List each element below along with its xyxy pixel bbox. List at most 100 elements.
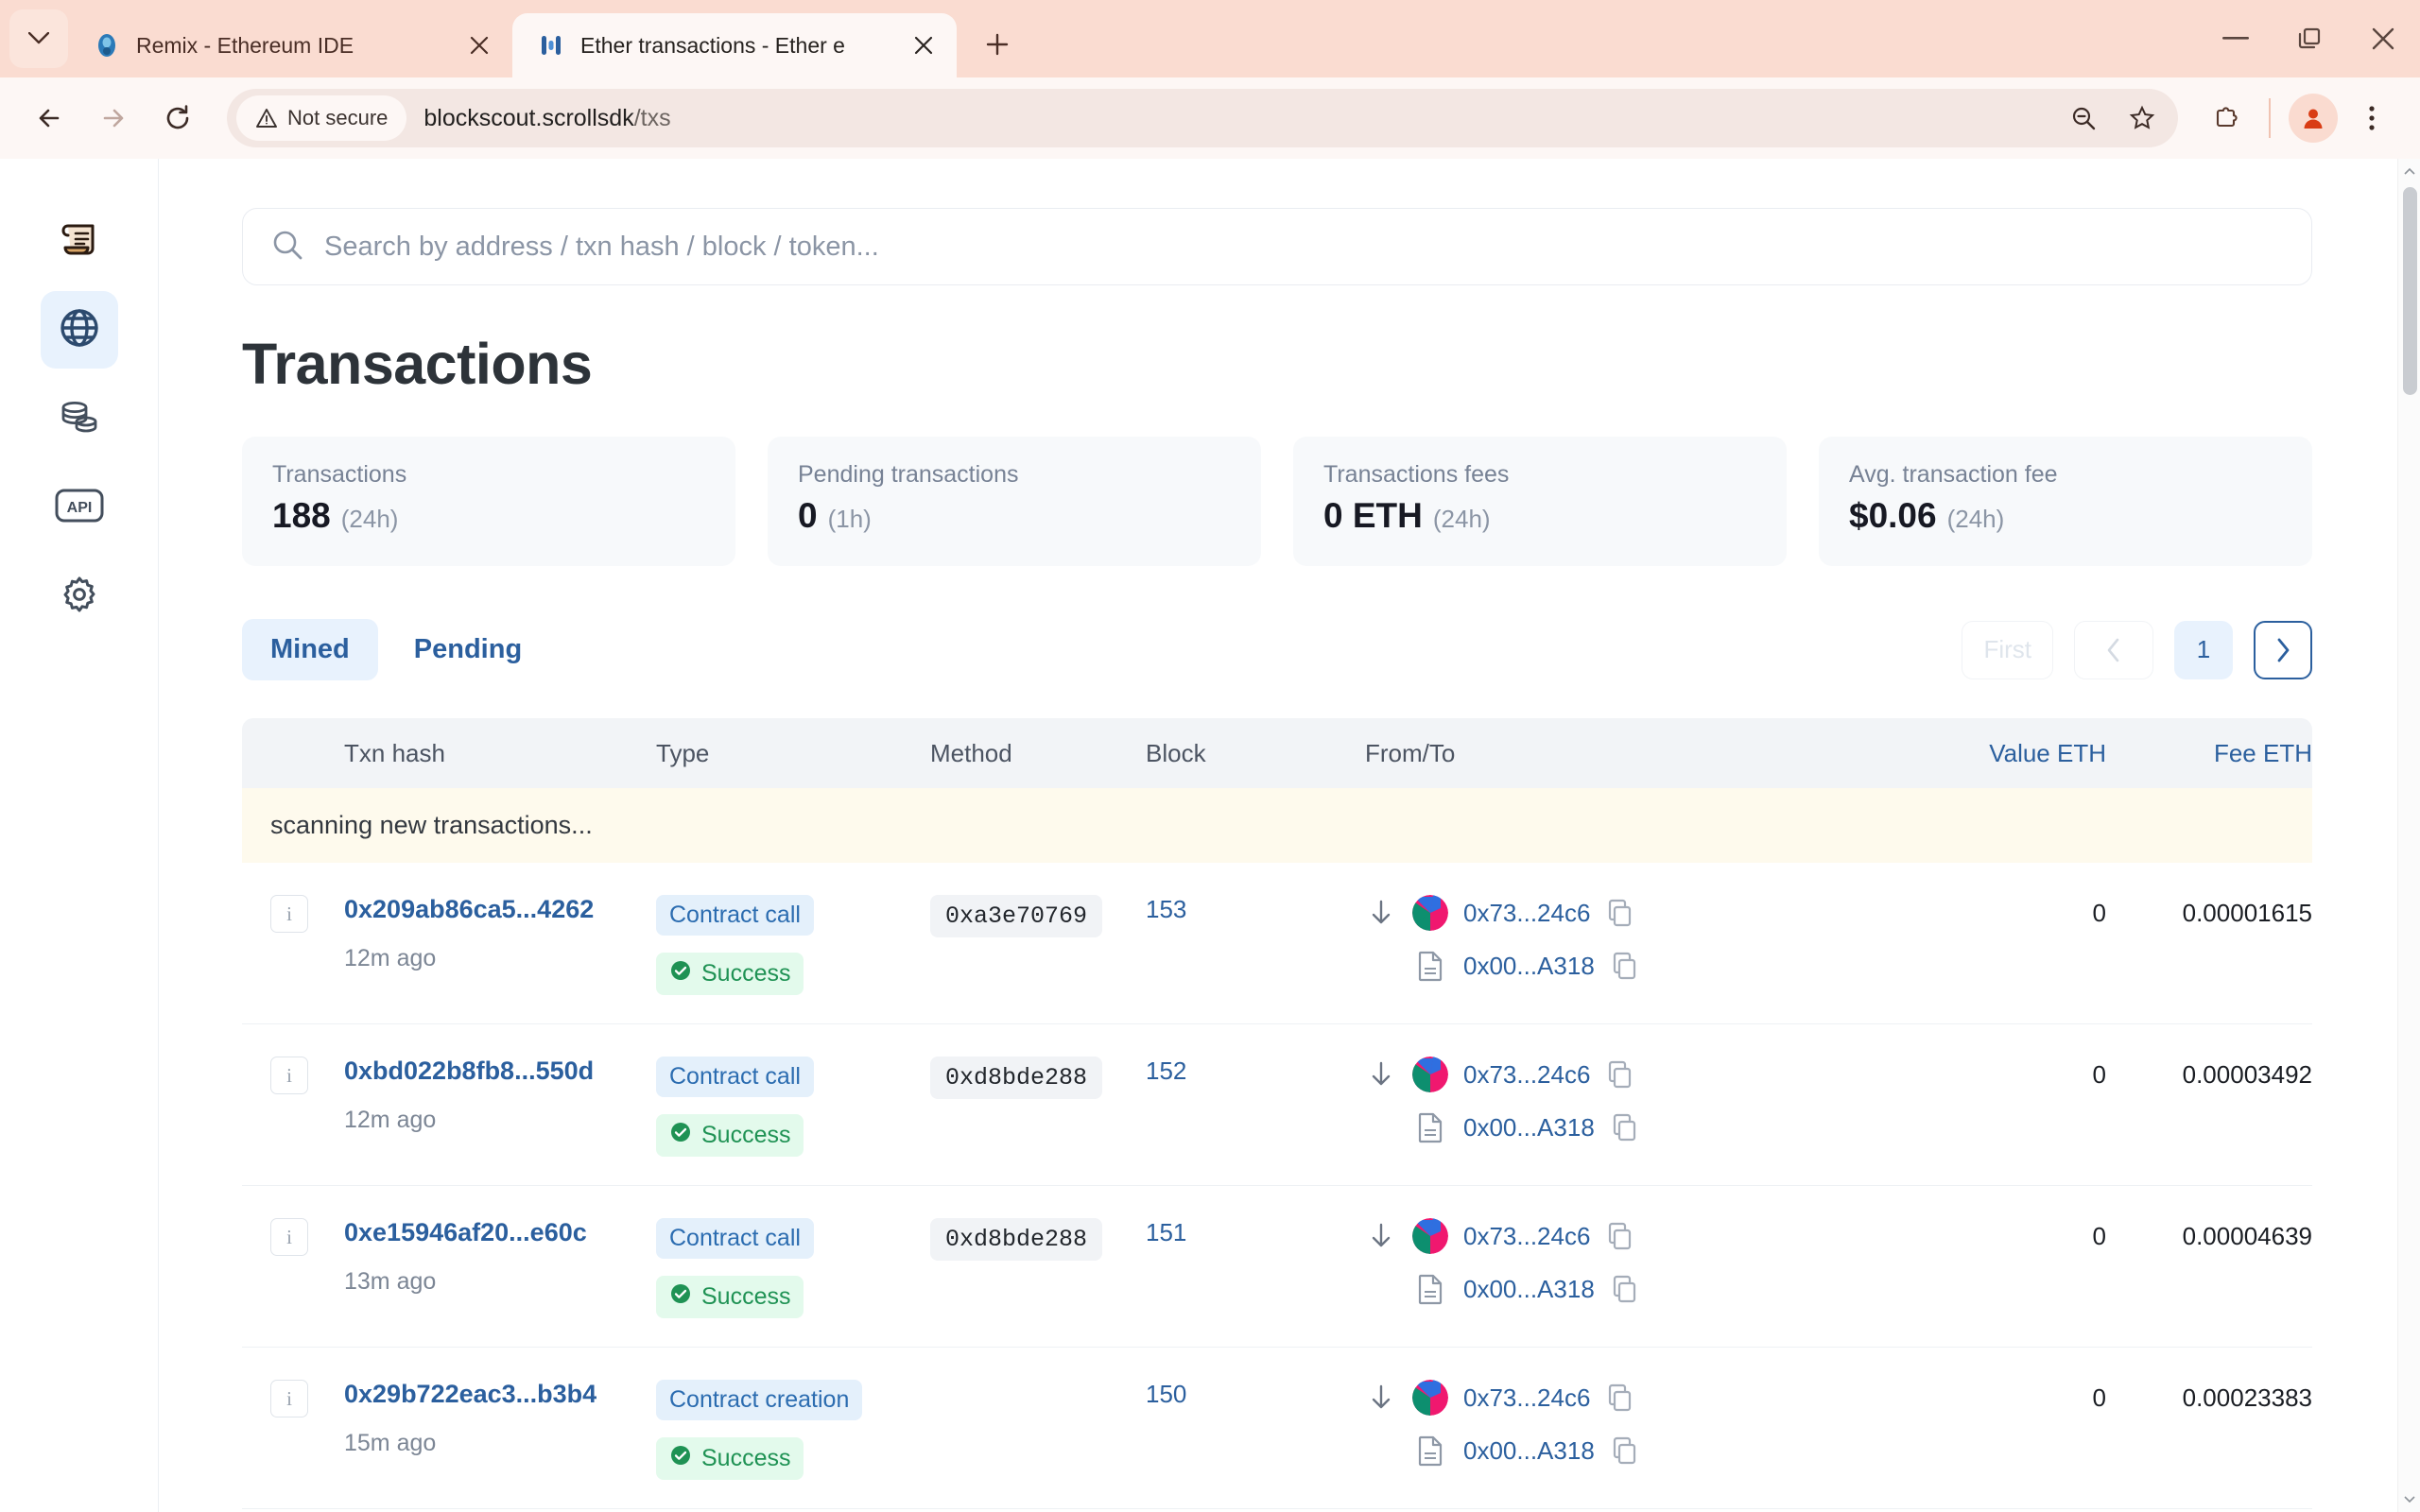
copy-icon[interactable] [1610, 1274, 1640, 1304]
info-icon[interactable]: i [270, 1057, 308, 1094]
page-title: Transactions [242, 332, 593, 396]
transaction-type-badge[interactable]: Contract creation [656, 1380, 863, 1420]
row-fee-cell: 0.00023383 [2182, 1383, 2312, 1412]
info-icon[interactable]: i [270, 1218, 308, 1256]
address-identicon [1412, 1380, 1448, 1416]
table-row[interactable]: i 0xbd022b8fb8...550d 12m ago Contract c… [242, 1024, 2312, 1186]
new-tab-button[interactable] [974, 21, 1021, 68]
table-row[interactable]: i 0x209ab86ca5...4262 12m ago Contract c… [242, 863, 2312, 1024]
browser-toolbar: Not secure blockscout.scrollsdk/txs [0, 77, 2420, 159]
search-bar[interactable] [242, 208, 2312, 285]
extensions-icon[interactable] [2199, 91, 2254, 146]
stat-value: $0.06 [1849, 496, 1937, 535]
copy-icon[interactable] [1605, 898, 1635, 928]
security-indicator[interactable]: Not secure [236, 95, 407, 141]
sidebar-item-network[interactable] [40, 291, 118, 369]
table-row[interactable]: i 0xe15946af20...e60c 13m ago Contract c… [242, 1186, 2312, 1348]
from-address-link[interactable]: 0x73...24c6 [1463, 899, 1590, 928]
from-address-link[interactable]: 0x73...24c6 [1463, 1222, 1590, 1251]
close-icon[interactable] [908, 29, 940, 61]
row-type-cell: Contract call Success [656, 895, 930, 995]
info-icon[interactable]: i [270, 895, 308, 933]
row-method-cell: 0xa3e70769 [930, 895, 1146, 937]
pagination-page-1[interactable]: 1 [2174, 620, 2233, 679]
method-badge: 0xa3e70769 [930, 895, 1103, 937]
tab-mined[interactable]: Mined [242, 619, 378, 680]
transaction-type-badge[interactable]: Contract call [656, 1218, 814, 1259]
block-number-link[interactable]: 150 [1146, 1380, 1186, 1408]
sidebar-item-blockchain[interactable] [41, 202, 118, 280]
transaction-hash-link[interactable]: 0xe15946af20...e60c [344, 1218, 656, 1247]
sidebar-item-settings[interactable] [41, 558, 118, 635]
stat-label: Transactions fees [1323, 461, 1510, 488]
scrollbar-thumb[interactable] [2403, 187, 2417, 395]
block-number-link[interactable]: 151 [1146, 1218, 1186, 1246]
table-header-value-eth[interactable]: Value ETH [1889, 739, 2106, 768]
info-icon[interactable]: i [270, 1380, 308, 1418]
browser-tab-blockscout[interactable]: Ether transactions - Ether e [512, 13, 957, 77]
pagination-next-button[interactable] [2254, 620, 2312, 679]
transaction-type-badge[interactable]: Contract call [656, 895, 814, 936]
transaction-hash-link[interactable]: 0x209ab86ca5...4262 [344, 895, 656, 924]
stat-value: 188 [272, 496, 331, 535]
tab-search-button[interactable] [9, 9, 68, 68]
scroll-up-arrow[interactable] [2398, 159, 2420, 183]
sidebar-item-tokens[interactable] [41, 380, 118, 457]
back-icon[interactable] [21, 90, 78, 146]
from-address-link[interactable]: 0x73...24c6 [1463, 1060, 1590, 1090]
transaction-hash-link[interactable]: 0x29b722eac3...b3b4 [344, 1380, 656, 1409]
copy-icon[interactable] [1610, 1112, 1640, 1143]
search-input[interactable] [324, 231, 2283, 263]
to-address-link[interactable]: 0x00...A318 [1463, 1275, 1595, 1304]
to-address-link[interactable]: 0x00...A318 [1463, 1113, 1595, 1143]
tab-pending[interactable]: Pending [386, 619, 550, 680]
row-type-cell: Contract call Success [656, 1057, 930, 1157]
block-number-link[interactable]: 153 [1146, 895, 1186, 923]
forward-icon[interactable] [85, 90, 142, 146]
block-number-link[interactable]: 152 [1146, 1057, 1186, 1085]
browser-window: Remix - Ethereum IDE Ether transactions … [0, 0, 2420, 1512]
table-row[interactable]: i 0x29b722eac3...b3b4 15m ago Contract c… [242, 1348, 2312, 1509]
scroll-down-arrow[interactable] [2398, 1487, 2420, 1512]
pagination: First 1 [1962, 620, 2312, 679]
from-address-line: 0x73...24c6 [1365, 1218, 1889, 1254]
chrome-menu-icon[interactable] [2344, 91, 2399, 146]
page-viewport: API Search by address / txn hash / block… [0, 159, 2420, 1512]
zoom-out-icon[interactable] [2057, 92, 2110, 145]
address-bar[interactable]: Not secure blockscout.scrollsdk/txs [227, 89, 2178, 147]
row-info-cell: i [242, 1057, 344, 1094]
bookmark-star-icon[interactable] [2116, 92, 2169, 145]
to-address-link[interactable]: 0x00...A318 [1463, 1436, 1595, 1466]
reload-icon[interactable] [149, 90, 206, 146]
pagination-first-button[interactable]: First [1962, 620, 2053, 679]
profile-avatar-icon[interactable] [2286, 91, 2341, 146]
minimize-button[interactable] [2199, 0, 2273, 77]
security-label: Not secure [287, 106, 389, 129]
sidebar-item-api[interactable]: API [41, 469, 118, 546]
copy-icon[interactable] [1610, 1435, 1640, 1466]
maximize-button[interactable] [2273, 0, 2346, 77]
copy-icon[interactable] [1605, 1221, 1635, 1251]
pagination-prev-button[interactable] [2074, 620, 2153, 679]
close-button[interactable] [2346, 0, 2420, 77]
close-icon[interactable] [463, 29, 495, 61]
from-address-link[interactable]: 0x73...24c6 [1463, 1383, 1590, 1413]
page-scrollbar[interactable] [2397, 159, 2420, 1512]
transaction-type-badge[interactable]: Contract call [656, 1057, 814, 1097]
copy-icon[interactable] [1610, 951, 1640, 981]
arrow-down-icon [1365, 1222, 1397, 1250]
scanning-notice: scanning new transactions... [242, 788, 2312, 863]
arrow-down-icon [1365, 1383, 1397, 1412]
copy-icon[interactable] [1605, 1059, 1635, 1090]
stat-period: (24h) [340, 505, 399, 533]
url-path: /txs [633, 104, 671, 131]
table-header-fee-eth[interactable]: Fee ETH [2106, 739, 2312, 768]
to-address-link[interactable]: 0x00...A318 [1463, 952, 1595, 981]
browser-tab-remix[interactable]: Remix - Ethereum IDE [68, 13, 512, 77]
stat-value: 0 ETH [1323, 496, 1423, 535]
copy-icon[interactable] [1605, 1383, 1635, 1413]
chevron-right-icon [2277, 638, 2290, 662]
transaction-hash-link[interactable]: 0xbd022b8fb8...550d [344, 1057, 656, 1086]
url-text[interactable]: blockscout.scrollsdk/txs [412, 105, 2051, 132]
row-value-cell: 0 [2092, 1383, 2106, 1412]
